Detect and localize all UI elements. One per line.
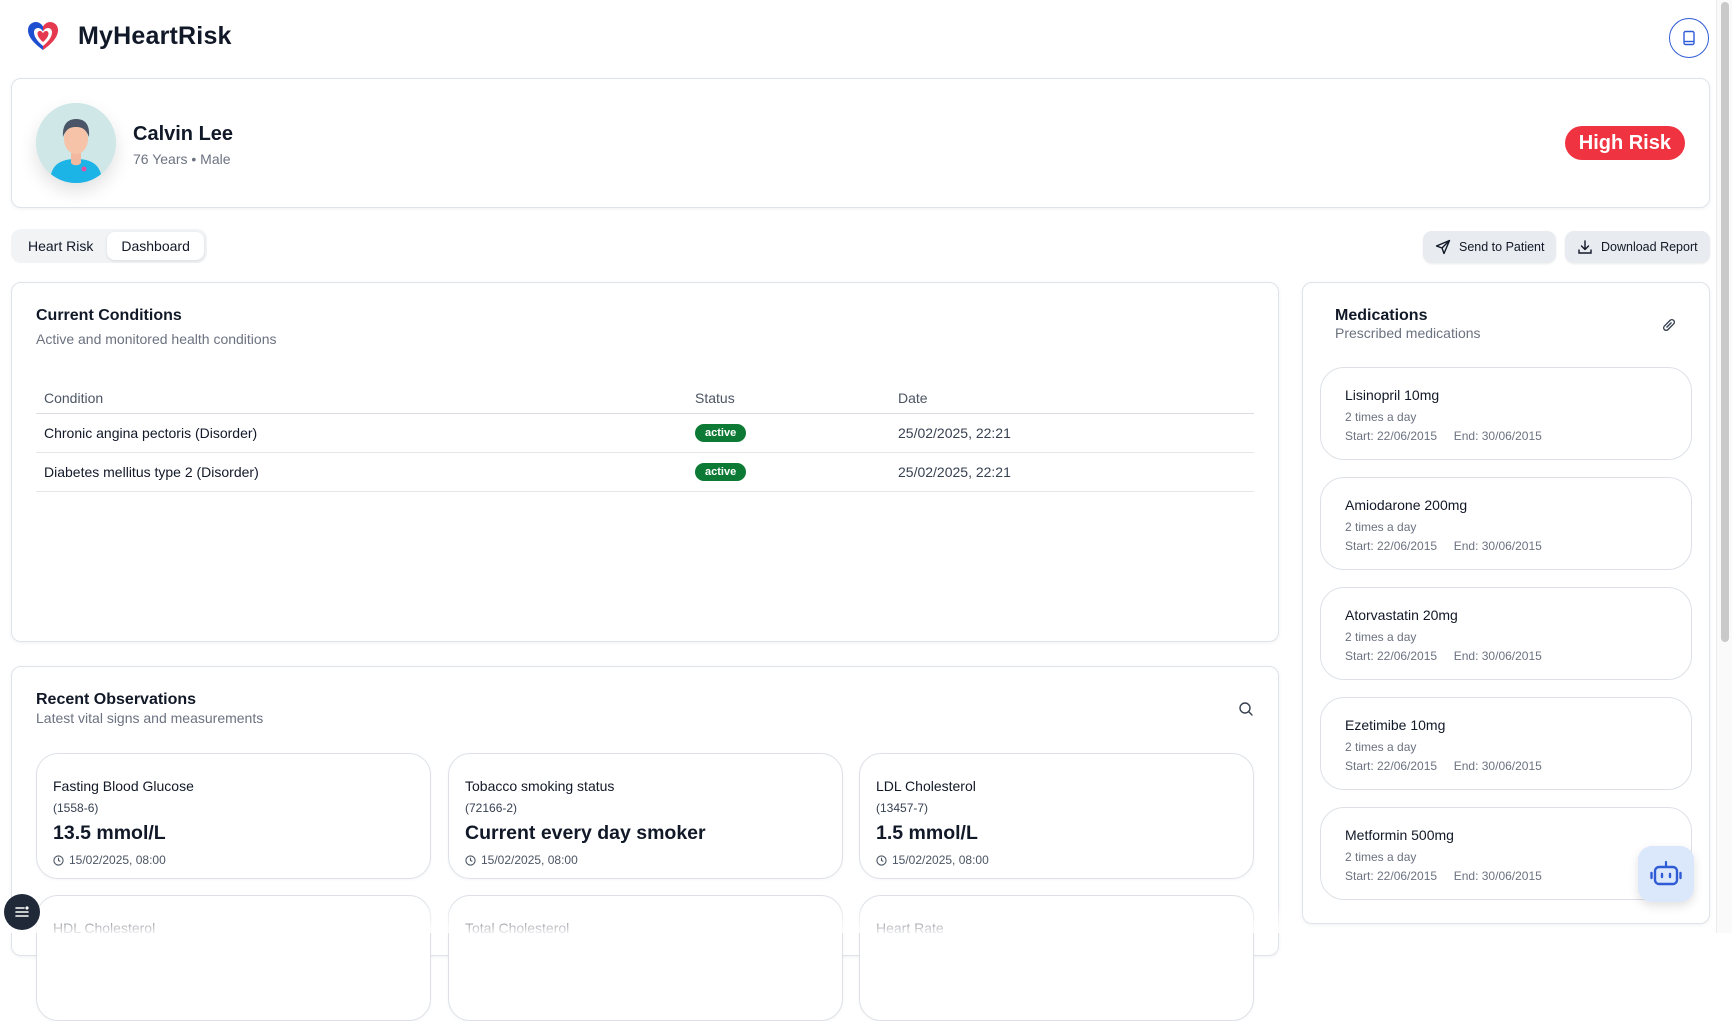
pill-icon[interactable] <box>1661 317 1677 333</box>
medication-frequency: 2 times a day <box>1345 740 1417 754</box>
observation-name: Tobacco smoking status <box>465 778 615 794</box>
page-scrollbar[interactable] <box>1716 0 1732 933</box>
send-to-patient-label: Send to Patient <box>1459 240 1545 254</box>
medication-item[interactable]: Metformin 500mg 2 times a day Start: 22/… <box>1320 807 1692 900</box>
observation-card-smoking[interactable]: Tobacco smoking status (72166-2) Current… <box>448 753 843 879</box>
condition-date: 25/02/2025, 22:21 <box>890 452 1254 492</box>
table-header-row: Condition Status Date <box>36 383 1254 414</box>
heart-logo-icon <box>28 22 58 50</box>
patient-card: Calvin Lee 76 Years • Male High Risk <box>11 78 1710 208</box>
medication-name: Ezetimibe 10mg <box>1345 717 1446 733</box>
status-cell: active <box>687 452 890 492</box>
observation-value: Current every day smoker <box>465 822 706 844</box>
medication-dates: Start: 22/06/2015 End: 30/06/2015 <box>1345 429 1542 443</box>
observation-time: 15/02/2025, 08:00 <box>876 853 989 867</box>
medication-frequency: 2 times a day <box>1345 520 1417 534</box>
observation-value: 13.5 mmol/L <box>53 822 166 844</box>
avatar-illustration <box>36 103 116 183</box>
clock-icon <box>465 854 476 866</box>
observation-card-total-cholesterol[interactable]: Total Cholesterol <box>448 895 843 1021</box>
medications-title: Medications <box>1335 307 1428 324</box>
medication-frequency: 2 times a day <box>1345 410 1417 424</box>
risk-badge: High Risk <box>1564 126 1685 160</box>
status-badge: active <box>695 463 747 481</box>
send-to-patient-button[interactable]: Send to Patient <box>1423 231 1557 263</box>
medications-card: Medications Prescribed medications Lisin… <box>1302 282 1710 924</box>
medication-dates: Start: 22/06/2015 End: 30/06/2015 <box>1345 539 1542 553</box>
medication-name: Atorvastatin 20mg <box>1345 607 1458 623</box>
observation-code: (72166-2) <box>465 801 518 815</box>
status-badge: active <box>695 424 747 442</box>
medication-name: Metformin 500mg <box>1345 827 1454 843</box>
menu-icon <box>15 906 29 917</box>
observation-name: Fasting Blood Glucose <box>53 778 194 794</box>
medication-name: Amiodarone 200mg <box>1345 497 1468 513</box>
observation-timestamp: 15/02/2025, 08:00 <box>69 853 166 867</box>
medication-item[interactable]: Ezetimibe 10mg 2 times a day Start: 22/0… <box>1320 697 1692 790</box>
observations-title: Recent Observations <box>36 691 197 708</box>
medication-dates: Start: 22/06/2015 End: 30/06/2015 <box>1345 649 1542 663</box>
observation-name: Heart Rate <box>876 920 944 936</box>
observation-timestamp: 15/02/2025, 08:00 <box>892 853 989 867</box>
column-header-condition: Condition <box>36 383 687 414</box>
observation-name: Total Cholesterol <box>465 920 570 936</box>
observations-subtitle: Latest vital signs and measurements <box>36 710 264 726</box>
recent-observations-card: Recent Observations Latest vital signs a… <box>11 666 1279 1021</box>
medication-dates: Start: 22/06/2015 End: 30/06/2015 <box>1345 869 1542 883</box>
current-conditions-card: Current Conditions Active and monitored … <box>11 282 1279 642</box>
patient-demographics: 76 Years • Male <box>133 151 231 167</box>
app-header: MyHeartRisk <box>0 0 1716 76</box>
medication-frequency: 2 times a day <box>1345 630 1417 644</box>
conditions-table: Condition Status Date Chronic angina pec… <box>36 383 1254 492</box>
medication-name: Lisinopril 10mg <box>1345 387 1440 403</box>
condition-date: 25/02/2025, 22:21 <box>890 413 1254 453</box>
download-report-label: Download Report <box>1601 240 1698 254</box>
search-icon[interactable] <box>1238 701 1254 717</box>
observation-card-ldl[interactable]: LDL Cholesterol (13457-7) 1.5 mmol/L 15/… <box>859 753 1254 879</box>
observation-time: 15/02/2025, 08:00 <box>465 853 578 867</box>
robot-icon <box>1650 860 1682 886</box>
patient-name: Calvin Lee <box>133 123 234 145</box>
download-icon <box>1578 240 1592 254</box>
tab-heart-risk[interactable]: Heart Risk <box>14 232 107 260</box>
column-header-status: Status <box>687 383 890 414</box>
observation-card-glucose[interactable]: Fasting Blood Glucose (1558-6) 13.5 mmol… <box>36 753 431 879</box>
menu-button[interactable] <box>4 894 40 930</box>
medication-frequency: 2 times a day <box>1345 850 1417 864</box>
conditions-subtitle: Active and monitored health conditions <box>36 331 277 347</box>
observation-timestamp: 15/02/2025, 08:00 <box>481 853 578 867</box>
condition-name: Chronic angina pectoris (Disorder) <box>36 413 687 453</box>
medications-subtitle: Prescribed medications <box>1335 325 1481 341</box>
table-row[interactable]: Diabetes mellitus type 2 (Disorder) acti… <box>36 452 1254 492</box>
observation-time: 15/02/2025, 08:00 <box>53 853 166 867</box>
patient-avatar <box>36 103 116 183</box>
clock-icon <box>53 854 64 866</box>
column-header-date: Date <box>890 383 1254 414</box>
medication-item[interactable]: Lisinopril 10mg 2 times a day Start: 22/… <box>1320 367 1692 460</box>
status-cell: active <box>687 413 890 453</box>
scrollbar-thumb[interactable] <box>1721 2 1729 642</box>
book-button[interactable] <box>1669 18 1709 58</box>
download-report-button[interactable]: Download Report <box>1565 231 1710 263</box>
observation-name: HDL Cholesterol <box>53 920 156 936</box>
observation-card-hdl[interactable]: HDL Cholesterol <box>36 895 431 1021</box>
send-icon <box>1435 239 1451 255</box>
observation-card-heart-rate[interactable]: Heart Rate <box>859 895 1254 1021</box>
condition-name: Diabetes mellitus type 2 (Disorder) <box>36 452 687 492</box>
medication-item[interactable]: Atorvastatin 20mg 2 times a day Start: 2… <box>1320 587 1692 680</box>
observation-code: (1558-6) <box>53 801 99 815</box>
chatbot-button[interactable] <box>1638 846 1694 902</box>
medication-dates: Start: 22/06/2015 End: 30/06/2015 <box>1345 759 1542 773</box>
observation-name: LDL Cholesterol <box>876 778 976 794</box>
observation-code: (13457-7) <box>876 801 929 815</box>
tab-dashboard[interactable]: Dashboard <box>107 232 204 260</box>
table-row[interactable]: Chronic angina pectoris (Disorder) activ… <box>36 413 1254 453</box>
book-icon <box>1683 30 1695 46</box>
view-tabs: Heart Risk Dashboard <box>11 229 207 263</box>
medication-item[interactable]: Amiodarone 200mg 2 times a day Start: 22… <box>1320 477 1692 570</box>
observation-value: 1.5 mmol/L <box>876 822 978 844</box>
app-title: MyHeartRisk <box>78 22 232 50</box>
conditions-title: Current Conditions <box>36 307 182 324</box>
clock-icon <box>876 854 887 866</box>
